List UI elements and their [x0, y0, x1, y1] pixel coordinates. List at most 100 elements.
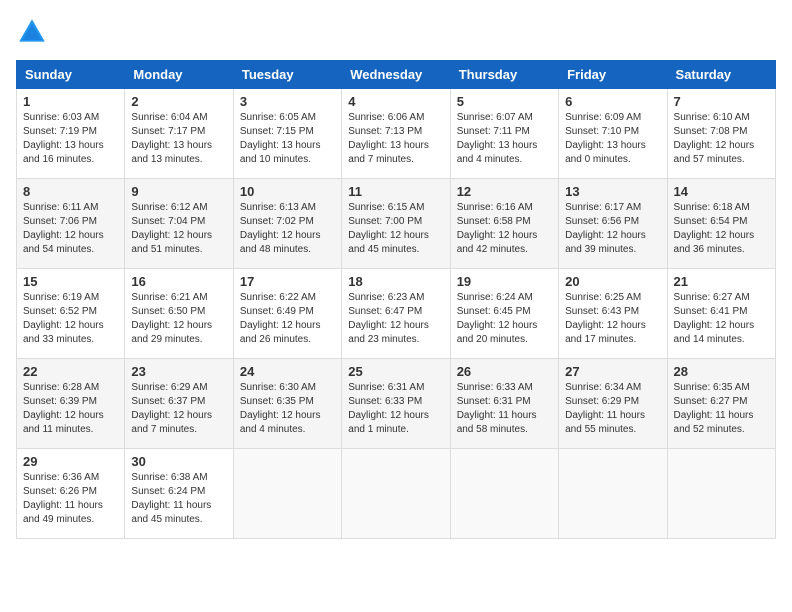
calendar-cell [559, 449, 667, 539]
day-number: 28 [674, 364, 769, 379]
day-info: Sunrise: 6:13 AM Sunset: 7:02 PM Dayligh… [240, 201, 335, 257]
calendar-cell: 30 Sunrise: 6:38 AM Sunset: 6:24 PM Dayli… [125, 449, 233, 539]
day-info: Sunrise: 6:36 AM Sunset: 6:26 PM Dayligh… [23, 471, 118, 527]
calendar-cell: 11 Sunrise: 6:15 AM Sunset: 7:00 PM Dayli… [342, 179, 450, 269]
day-number: 5 [457, 94, 552, 109]
calendar-cell: 28 Sunrise: 6:35 AM Sunset: 6:27 PM Dayli… [667, 359, 775, 449]
day-info: Sunrise: 6:28 AM Sunset: 6:39 PM Dayligh… [23, 381, 118, 437]
weekday-sunday: Sunday [17, 61, 125, 89]
day-number: 25 [348, 364, 443, 379]
day-number: 13 [565, 184, 660, 199]
calendar-cell: 5 Sunrise: 6:07 AM Sunset: 7:11 PM Daylig… [450, 89, 558, 179]
calendar-cell: 23 Sunrise: 6:29 AM Sunset: 6:37 PM Dayli… [125, 359, 233, 449]
calendar-cell: 19 Sunrise: 6:24 AM Sunset: 6:45 PM Dayli… [450, 269, 558, 359]
day-info: Sunrise: 6:05 AM Sunset: 7:15 PM Dayligh… [240, 111, 335, 167]
day-number: 8 [23, 184, 118, 199]
day-number: 15 [23, 274, 118, 289]
day-info: Sunrise: 6:33 AM Sunset: 6:31 PM Dayligh… [457, 381, 552, 437]
day-info: Sunrise: 6:21 AM Sunset: 6:50 PM Dayligh… [131, 291, 226, 347]
weekday-wednesday: Wednesday [342, 61, 450, 89]
calendar-cell: 2 Sunrise: 6:04 AM Sunset: 7:17 PM Daylig… [125, 89, 233, 179]
calendar-cell [342, 449, 450, 539]
calendar-cell: 4 Sunrise: 6:06 AM Sunset: 7:13 PM Daylig… [342, 89, 450, 179]
weekday-thursday: Thursday [450, 61, 558, 89]
calendar-cell [667, 449, 775, 539]
day-info: Sunrise: 6:06 AM Sunset: 7:13 PM Dayligh… [348, 111, 443, 167]
day-info: Sunrise: 6:15 AM Sunset: 7:00 PM Dayligh… [348, 201, 443, 257]
logo [16, 16, 54, 48]
day-info: Sunrise: 6:11 AM Sunset: 7:06 PM Dayligh… [23, 201, 118, 257]
day-info: Sunrise: 6:29 AM Sunset: 6:37 PM Dayligh… [131, 381, 226, 437]
calendar-cell: 3 Sunrise: 6:05 AM Sunset: 7:15 PM Daylig… [233, 89, 341, 179]
day-info: Sunrise: 6:09 AM Sunset: 7:10 PM Dayligh… [565, 111, 660, 167]
day-info: Sunrise: 6:18 AM Sunset: 6:54 PM Dayligh… [674, 201, 769, 257]
calendar-cell: 17 Sunrise: 6:22 AM Sunset: 6:49 PM Dayli… [233, 269, 341, 359]
day-info: Sunrise: 6:34 AM Sunset: 6:29 PM Dayligh… [565, 381, 660, 437]
day-number: 6 [565, 94, 660, 109]
calendar-cell: 7 Sunrise: 6:10 AM Sunset: 7:08 PM Daylig… [667, 89, 775, 179]
day-info: Sunrise: 6:12 AM Sunset: 7:04 PM Dayligh… [131, 201, 226, 257]
day-number: 26 [457, 364, 552, 379]
calendar-cell: 10 Sunrise: 6:13 AM Sunset: 7:02 PM Dayli… [233, 179, 341, 269]
calendar-cell: 20Sunrise: 6:25 AM Sunset: 6:43 PM Dayli… [559, 269, 667, 359]
day-info: Sunrise: 6:31 AM Sunset: 6:33 PM Dayligh… [348, 381, 443, 437]
calendar-cell [233, 449, 341, 539]
calendar-cell [450, 449, 558, 539]
day-number: 30 [131, 454, 226, 469]
weekday-friday: Friday [559, 61, 667, 89]
day-number: 9 [131, 184, 226, 199]
day-info: Sunrise: 6:03 AM Sunset: 7:19 PM Dayligh… [23, 111, 118, 167]
day-info: Sunrise: 6:10 AM Sunset: 7:08 PM Dayligh… [674, 111, 769, 167]
day-info: Sunrise: 6:23 AM Sunset: 6:47 PM Dayligh… [348, 291, 443, 347]
day-number: 2 [131, 94, 226, 109]
calendar-cell: 13 Sunrise: 6:17 AM Sunset: 6:56 PM Dayli… [559, 179, 667, 269]
day-info: Sunrise: 6:27 AM Sunset: 6:41 PM Dayligh… [674, 291, 769, 347]
calendar-cell: 27 Sunrise: 6:34 AM Sunset: 6:29 PM Dayli… [559, 359, 667, 449]
day-info: Sunrise: 6:07 AM Sunset: 7:11 PM Dayligh… [457, 111, 552, 167]
calendar-cell: 29 Sunrise: 6:36 AM Sunset: 6:26 PM Dayli… [17, 449, 125, 539]
day-number: 29 [23, 454, 118, 469]
day-number: 1 [23, 94, 118, 109]
day-number: 17 [240, 274, 335, 289]
day-number: 18 [348, 274, 443, 289]
calendar-cell: 1 Sunrise: 6:03 AM Sunset: 7:19 PM Daylig… [17, 89, 125, 179]
calendar-cell: 16Sunrise: 6:21 AM Sunset: 6:50 PM Dayli… [125, 269, 233, 359]
day-number: 22 [23, 364, 118, 379]
day-number: 11 [348, 184, 443, 199]
calendar-cell: 14 Sunrise: 6:18 AM Sunset: 6:54 PM Dayli… [667, 179, 775, 269]
day-info: Sunrise: 6:35 AM Sunset: 6:27 PM Dayligh… [674, 381, 769, 437]
header [16, 16, 776, 48]
day-number: 12 [457, 184, 552, 199]
day-info: Sunrise: 6:19 AM Sunset: 6:52 PM Dayligh… [23, 291, 118, 347]
calendar-cell: 6 Sunrise: 6:09 AM Sunset: 7:10 PM Daylig… [559, 89, 667, 179]
day-number: 3 [240, 94, 335, 109]
calendar-cell: 12 Sunrise: 6:16 AM Sunset: 6:58 PM Dayli… [450, 179, 558, 269]
calendar-cell: 26 Sunrise: 6:33 AM Sunset: 6:31 PM Dayli… [450, 359, 558, 449]
day-info: Sunrise: 6:04 AM Sunset: 7:17 PM Dayligh… [131, 111, 226, 167]
day-info: Sunrise: 6:22 AM Sunset: 6:49 PM Dayligh… [240, 291, 335, 347]
day-info: Sunrise: 6:24 AM Sunset: 6:45 PM Dayligh… [457, 291, 552, 347]
calendar-cell: 8 Sunrise: 6:11 AM Sunset: 7:06 PM Daylig… [17, 179, 125, 269]
day-info: Sunrise: 6:30 AM Sunset: 6:35 PM Dayligh… [240, 381, 335, 437]
weekday-tuesday: Tuesday [233, 61, 341, 89]
day-info: Sunrise: 6:38 AM Sunset: 6:24 PM Dayligh… [131, 471, 226, 527]
day-number: 23 [131, 364, 226, 379]
day-number: 27 [565, 364, 660, 379]
day-number: 10 [240, 184, 335, 199]
calendar-cell: 25 Sunrise: 6:31 AM Sunset: 6:33 PM Dayli… [342, 359, 450, 449]
day-info: Sunrise: 6:16 AM Sunset: 6:58 PM Dayligh… [457, 201, 552, 257]
calendar-cell: 18 Sunrise: 6:23 AM Sunset: 6:47 PM Dayli… [342, 269, 450, 359]
day-number: 21 [674, 274, 769, 289]
day-number: 7 [674, 94, 769, 109]
day-info: Sunrise: 6:17 AM Sunset: 6:56 PM Dayligh… [565, 201, 660, 257]
calendar-cell: 21 Sunrise: 6:27 AM Sunset: 6:41 PM Dayli… [667, 269, 775, 359]
logo-icon [16, 16, 48, 48]
day-number: 14 [674, 184, 769, 199]
calendar-cell: 22 Sunrise: 6:28 AM Sunset: 6:39 PM Dayli… [17, 359, 125, 449]
calendar-cell: 24 Sunrise: 6:30 AM Sunset: 6:35 PM Dayli… [233, 359, 341, 449]
day-number: 24 [240, 364, 335, 379]
day-number: 4 [348, 94, 443, 109]
day-number: 19 [457, 274, 552, 289]
weekday-saturday: Saturday [667, 61, 775, 89]
day-info: Sunrise: 6:25 AM Sunset: 6:43 PM Dayligh… [565, 291, 660, 347]
